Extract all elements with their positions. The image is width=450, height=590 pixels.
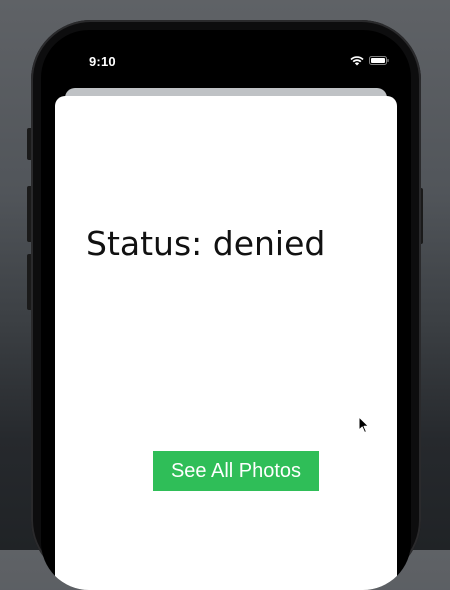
phone-screen: 9:10 Status: denied See All Photos — [41, 30, 411, 590]
status-time: 9:10 — [89, 54, 116, 69]
mouse-cursor-icon — [358, 416, 369, 433]
battery-icon — [369, 56, 389, 65]
see-all-photos-button[interactable]: See All Photos — [153, 451, 319, 491]
phone-frame: 9:10 Status: denied See All Photos — [31, 20, 421, 590]
wifi-icon — [350, 56, 364, 66]
permission-status-text: Status: denied — [86, 224, 326, 263]
modal-sheet: Status: denied See All Photos — [55, 96, 397, 590]
status-bar: 9:10 — [41, 30, 411, 80]
